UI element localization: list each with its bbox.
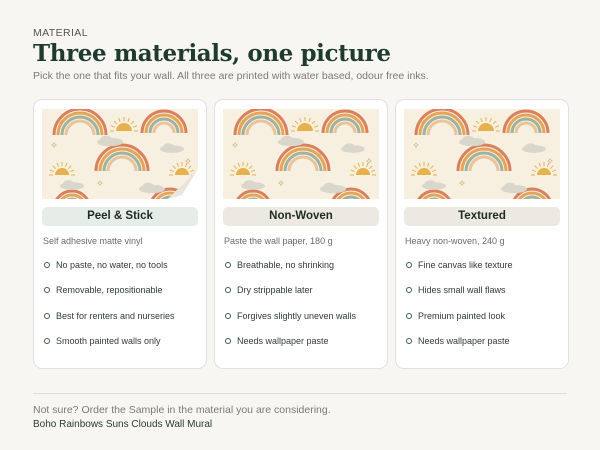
feature-text: Forgives slightly uneven walls xyxy=(237,310,357,321)
bullet-icon xyxy=(225,261,231,268)
material-card-non-woven[interactable]: Non-Woven Paste the wall paper, 180 g Br… xyxy=(214,99,388,369)
pattern-preview-image xyxy=(404,109,560,199)
feature-text: No paste, no water, no tools xyxy=(56,259,168,270)
material-spec: Heavy non-woven, 240 g xyxy=(405,236,505,246)
feature-item: No paste, no water, no tools xyxy=(42,252,198,278)
bullet-icon xyxy=(44,261,50,268)
material-spec: Paste the wall paper, 180 g xyxy=(224,236,333,246)
section-eyebrow: MATERIAL xyxy=(33,27,88,39)
feature-list: Fine canvas like texture Hides small wal… xyxy=(404,252,560,354)
feature-list: Breathable, no shrinking Dry strippable … xyxy=(223,252,379,354)
feature-text: Premium painted look xyxy=(418,310,506,321)
feature-text: Dry strippable later xyxy=(237,285,313,296)
feature-item: Removable, repositionable xyxy=(42,278,198,304)
material-card-peel-stick[interactable]: Peel & Stick Self adhesive matte vinyl N… xyxy=(33,99,207,369)
feature-item: Forgives slightly uneven walls xyxy=(223,303,379,329)
bullet-icon xyxy=(225,287,231,294)
feature-text: Removable, repositionable xyxy=(56,285,163,296)
bullet-icon xyxy=(225,312,231,319)
feature-text: Breathable, no shrinking xyxy=(237,259,335,270)
pattern-preview-image xyxy=(42,109,198,199)
page-title: Three materials, one picture xyxy=(33,40,391,67)
bullet-icon xyxy=(44,312,50,319)
feature-list: No paste, no water, no tools Removable, … xyxy=(42,252,198,354)
feature-text: Fine canvas like texture xyxy=(418,259,513,270)
feature-item: Premium painted look xyxy=(404,303,560,329)
page-subtitle: Pick the one that fits your wall. All th… xyxy=(33,70,429,82)
material-name-label: Peel & Stick xyxy=(42,207,198,226)
feature-item: Smooth painted walls only xyxy=(42,329,198,355)
feature-item: Dry strippable later xyxy=(223,278,379,304)
feature-item: Hides small wall flaws xyxy=(404,278,560,304)
sample-note: Not sure? Order the Sample in the materi… xyxy=(33,404,331,416)
feature-text: Needs wallpaper paste xyxy=(418,336,510,347)
product-name: Boho Rainbows Suns Clouds Wall Mural xyxy=(33,419,213,430)
bullet-icon xyxy=(44,287,50,294)
material-name-label: Textured xyxy=(404,207,560,226)
material-name-label: Non-Woven xyxy=(223,207,379,226)
feature-item: Needs wallpaper paste xyxy=(223,329,379,355)
feature-item: Breathable, no shrinking xyxy=(223,252,379,278)
material-card-textured[interactable]: Textured Heavy non-woven, 240 g Fine can… xyxy=(395,99,569,369)
feature-text: Hides small wall flaws xyxy=(418,285,506,296)
bullet-icon xyxy=(406,261,412,268)
material-cards: Peel & Stick Self adhesive matte vinyl N… xyxy=(33,99,569,369)
bullet-icon xyxy=(406,312,412,319)
bullet-icon xyxy=(406,287,412,294)
footer-divider xyxy=(33,393,567,394)
feature-item: Best for renters and nurseries xyxy=(42,303,198,329)
feature-text: Needs wallpaper paste xyxy=(237,336,329,347)
pattern-preview-image xyxy=(223,109,379,199)
feature-item: Fine canvas like texture xyxy=(404,252,560,278)
feature-item: Needs wallpaper paste xyxy=(404,329,560,355)
feature-text: Smooth painted walls only xyxy=(56,336,161,347)
bullet-icon xyxy=(225,338,231,345)
bullet-icon xyxy=(406,338,412,345)
feature-text: Best for renters and nurseries xyxy=(56,310,175,321)
material-spec: Self adhesive matte vinyl xyxy=(43,236,143,246)
bullet-icon xyxy=(44,338,50,345)
